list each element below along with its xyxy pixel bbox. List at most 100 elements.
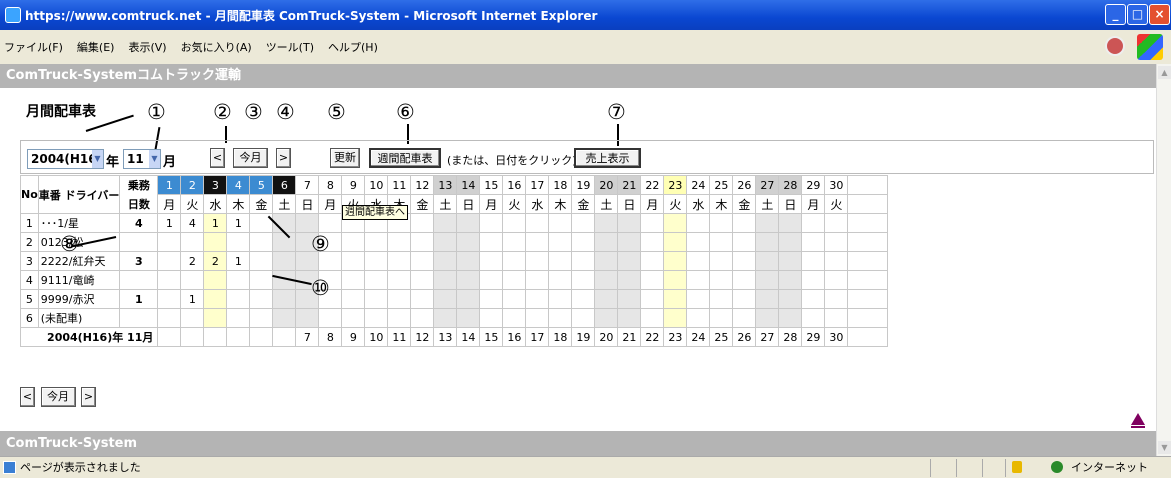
day-footer[interactable]: 12 bbox=[410, 327, 435, 347]
schedule-cell[interactable] bbox=[433, 308, 458, 328]
schedule-cell[interactable] bbox=[594, 308, 619, 328]
schedule-cell[interactable] bbox=[226, 308, 251, 328]
schedule-cell[interactable] bbox=[180, 308, 205, 328]
schedule-cell[interactable] bbox=[341, 232, 366, 252]
schedule-cell[interactable] bbox=[755, 213, 780, 233]
menu-edit[interactable]: 編集(E) bbox=[77, 39, 115, 55]
day-footer[interactable]: 27 bbox=[755, 327, 780, 347]
schedule-cell[interactable] bbox=[801, 232, 826, 252]
schedule-cell[interactable] bbox=[617, 251, 642, 271]
day-header[interactable]: 28 bbox=[778, 175, 803, 195]
schedule-cell[interactable] bbox=[824, 213, 849, 233]
day-header[interactable]: 15 bbox=[479, 175, 504, 195]
schedule-cell[interactable] bbox=[525, 251, 550, 271]
schedule-cell[interactable] bbox=[341, 308, 366, 328]
day-header[interactable]: 5 bbox=[249, 175, 274, 195]
schedule-cell[interactable] bbox=[778, 289, 803, 309]
schedule-cell[interactable] bbox=[249, 289, 274, 309]
schedule-cell[interactable] bbox=[410, 289, 435, 309]
schedule-cell[interactable] bbox=[824, 232, 849, 252]
schedule-cell[interactable] bbox=[157, 270, 182, 290]
schedule-cell[interactable] bbox=[479, 251, 504, 271]
schedule-cell[interactable] bbox=[548, 289, 573, 309]
schedule-cell[interactable] bbox=[387, 289, 412, 309]
day-footer[interactable]: 14 bbox=[456, 327, 481, 347]
schedule-cell[interactable] bbox=[456, 308, 481, 328]
day-footer[interactable]: 20 bbox=[594, 327, 619, 347]
schedule-cell[interactable] bbox=[387, 251, 412, 271]
schedule-cell[interactable]: 1 bbox=[157, 213, 182, 233]
schedule-cell[interactable] bbox=[318, 308, 343, 328]
schedule-cell[interactable] bbox=[640, 289, 665, 309]
schedule-cell[interactable] bbox=[502, 270, 527, 290]
day-header[interactable]: 13 bbox=[433, 175, 458, 195]
minimize-button[interactable]: _ bbox=[1105, 4, 1126, 25]
day-header[interactable]: 22 bbox=[640, 175, 665, 195]
schedule-cell[interactable] bbox=[801, 289, 826, 309]
day-header[interactable]: 25 bbox=[709, 175, 734, 195]
schedule-cell[interactable] bbox=[801, 308, 826, 328]
day-header[interactable]: 30 bbox=[824, 175, 849, 195]
maximize-button[interactable]: □ bbox=[1127, 4, 1148, 25]
day-footer[interactable]: 25 bbox=[709, 327, 734, 347]
day-footer[interactable]: 5 bbox=[249, 327, 274, 347]
schedule-cell[interactable]: 1 bbox=[226, 251, 251, 271]
schedule-cell[interactable] bbox=[502, 251, 527, 271]
schedule-cell[interactable] bbox=[433, 251, 458, 271]
day-header[interactable]: 17 bbox=[525, 175, 550, 195]
schedule-cell[interactable] bbox=[709, 289, 734, 309]
schedule-cell[interactable] bbox=[778, 213, 803, 233]
menu-favorites[interactable]: お気に入り(A) bbox=[181, 39, 252, 55]
day-footer[interactable]: 21 bbox=[617, 327, 642, 347]
prev-month-button[interactable]: < bbox=[20, 387, 35, 407]
schedule-cell[interactable] bbox=[157, 232, 182, 252]
day-footer[interactable]: 16 bbox=[502, 327, 527, 347]
schedule-cell[interactable] bbox=[479, 232, 504, 252]
toolbar-extension-icon[interactable] bbox=[1105, 36, 1125, 56]
schedule-cell[interactable] bbox=[479, 308, 504, 328]
schedule-cell[interactable] bbox=[709, 213, 734, 233]
schedule-cell[interactable] bbox=[778, 251, 803, 271]
day-footer[interactable]: 23 bbox=[663, 327, 688, 347]
menu-help[interactable]: ヘルプ(H) bbox=[328, 39, 378, 55]
schedule-cell[interactable] bbox=[755, 289, 780, 309]
day-footer[interactable]: 28 bbox=[778, 327, 803, 347]
schedule-cell[interactable] bbox=[801, 251, 826, 271]
schedule-cell[interactable] bbox=[617, 270, 642, 290]
schedule-cell[interactable] bbox=[433, 270, 458, 290]
day-footer[interactable]: 9 bbox=[341, 327, 366, 347]
day-header[interactable]: 21 bbox=[617, 175, 642, 195]
schedule-cell[interactable] bbox=[824, 251, 849, 271]
schedule-cell[interactable] bbox=[663, 232, 688, 252]
schedule-cell[interactable] bbox=[824, 289, 849, 309]
schedule-cell[interactable] bbox=[180, 270, 205, 290]
day-header[interactable]: 29 bbox=[801, 175, 826, 195]
schedule-cell[interactable] bbox=[525, 213, 550, 233]
schedule-cell[interactable] bbox=[272, 251, 297, 271]
row-vehicle-driver[interactable]: ･･･1/星 bbox=[37, 213, 121, 233]
schedule-cell[interactable] bbox=[594, 289, 619, 309]
day-footer[interactable]: 13 bbox=[433, 327, 458, 347]
schedule-cell[interactable] bbox=[640, 308, 665, 328]
schedule-cell[interactable] bbox=[410, 270, 435, 290]
schedule-cell[interactable] bbox=[640, 213, 665, 233]
schedule-cell[interactable]: 2 bbox=[180, 251, 205, 271]
schedule-cell[interactable] bbox=[571, 289, 596, 309]
schedule-cell[interactable] bbox=[617, 232, 642, 252]
day-header[interactable]: 23 bbox=[663, 175, 688, 195]
schedule-cell[interactable] bbox=[341, 270, 366, 290]
scroll-down-icon[interactable]: ▼ bbox=[1158, 441, 1171, 454]
schedule-cell[interactable] bbox=[663, 213, 688, 233]
schedule-cell[interactable] bbox=[364, 270, 389, 290]
row-vehicle-driver[interactable]: 9111/竜崎 bbox=[37, 270, 121, 290]
schedule-cell[interactable] bbox=[456, 213, 481, 233]
schedule-cell[interactable] bbox=[686, 289, 711, 309]
prev-month-button[interactable]: < bbox=[210, 148, 225, 168]
schedule-cell[interactable]: 2 bbox=[203, 251, 228, 271]
row-vehicle-driver[interactable]: 9999/赤沢 bbox=[37, 289, 121, 309]
schedule-cell[interactable] bbox=[732, 308, 757, 328]
menu-file[interactable]: ファイル(F) bbox=[4, 39, 63, 55]
schedule-cell[interactable] bbox=[617, 213, 642, 233]
row-vehicle-driver[interactable]: (未配車) bbox=[37, 308, 121, 328]
day-header[interactable]: 10 bbox=[364, 175, 389, 195]
